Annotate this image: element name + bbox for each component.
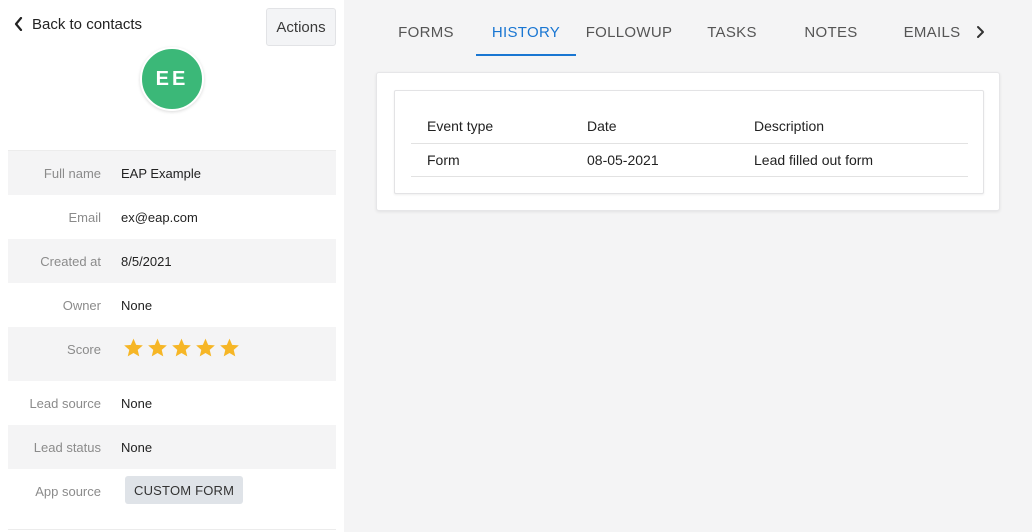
detail-label: Email (68, 210, 101, 225)
detail-value: ex@eap.com (121, 210, 198, 225)
detail-row-full-name: Full name EAP Example (8, 151, 336, 195)
avatar: EE (140, 47, 204, 111)
detail-row-score: Score (8, 327, 336, 381)
detail-row-created-at: Created at 8/5/2021 (8, 239, 336, 283)
detail-value: EAP Example (121, 166, 201, 181)
contact-sidebar: Back to contacts Actions EE Full name EA… (0, 0, 344, 532)
detail-label: Owner (62, 298, 101, 313)
detail-row-lead-source: Lead source None (8, 381, 336, 425)
column-header-description: Description (754, 118, 825, 134)
tab-followup[interactable]: FOLLOWUP (584, 10, 674, 56)
star-icon[interactable] (170, 337, 193, 359)
tab-history-label: HISTORY (491, 23, 561, 41)
tab-notes[interactable]: NOTES (792, 10, 870, 56)
detail-label: Created at (40, 254, 101, 269)
active-tab-indicator (476, 54, 576, 56)
star-icon[interactable] (146, 337, 169, 359)
tab-emails[interactable]: EMAILS (892, 10, 972, 56)
detail-row-owner: Owner None (8, 283, 336, 327)
tab-tasks[interactable]: TASKS (694, 10, 770, 56)
detail-label: Full name (43, 166, 101, 181)
star-icon[interactable] (122, 337, 145, 359)
score-rating[interactable] (122, 337, 241, 359)
detail-label: Lead source (29, 396, 101, 411)
star-icon[interactable] (194, 337, 217, 359)
detail-value: None (121, 396, 153, 411)
cell-event-type: Form (427, 152, 460, 168)
cell-description: Lead filled out form (754, 152, 874, 168)
back-link-label: Back to contacts (32, 15, 143, 33)
detail-row-email: Email ex@eap.com (8, 195, 336, 239)
detail-value: None (121, 440, 153, 455)
cell-date: 08-05-2021 (587, 152, 659, 168)
star-icon[interactable] (218, 337, 241, 359)
app-source-chip: CUSTOM FORM (125, 476, 244, 504)
column-header-date: Date (587, 118, 617, 134)
detail-label: Lead status (33, 440, 101, 455)
detail-value: None (121, 298, 153, 313)
table-row: Form 08-05-2021 Lead filled out form (411, 144, 968, 177)
actions-button[interactable]: Actions (266, 8, 336, 46)
table-header: Event type Date Description (411, 91, 968, 144)
detail-label: App source (35, 484, 101, 499)
contact-details-list: Full name EAP Example Email ex@eap.com C… (8, 150, 336, 530)
history-table: Event type Date Description Form 08-05-2… (394, 90, 984, 194)
detail-value: 8/5/2021 (121, 254, 172, 269)
detail-row-app-source: App source CUSTOM FORM (8, 469, 336, 529)
detail-row-lead-status: Lead status None (8, 425, 336, 469)
tab-forms[interactable]: FORMS (384, 10, 468, 56)
history-card: Event type Date Description Form 08-05-2… (376, 72, 1000, 211)
chevron-right-icon[interactable] (970, 22, 990, 42)
detail-label: Score (67, 342, 101, 357)
chevron-left-icon (14, 17, 23, 31)
tab-history[interactable]: HISTORY (476, 10, 576, 56)
back-to-contacts-link[interactable]: Back to contacts (14, 14, 142, 34)
column-header-event-type: Event type (427, 118, 494, 134)
